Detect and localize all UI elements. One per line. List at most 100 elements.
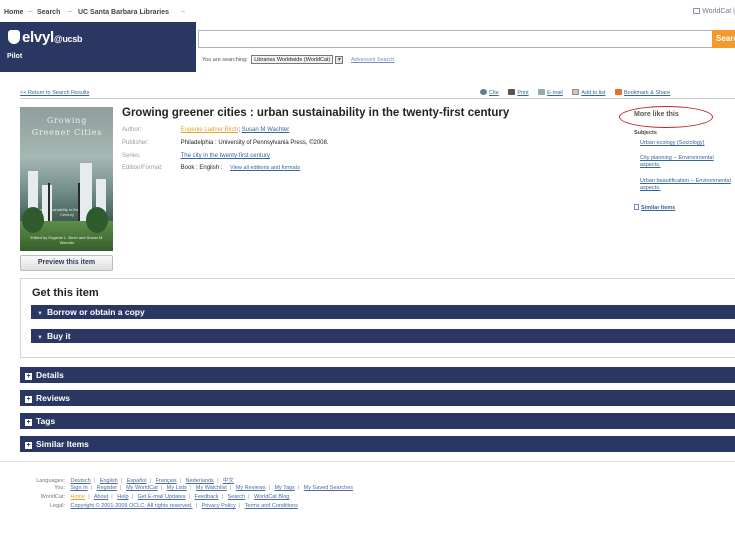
get-this-item-heading: Get this item bbox=[32, 287, 99, 299]
expand-arrow-icon: ▼ bbox=[37, 311, 43, 317]
cite-icon bbox=[480, 89, 487, 95]
footer-link[interactable]: Terms and Conditions bbox=[245, 503, 298, 509]
edition-row: Edition/Format: Book : English : View al… bbox=[122, 165, 300, 171]
footer-worldcat-row: WorldCat: Home | About | Help | Get E-mail … bbox=[40, 494, 290, 500]
tags-section-bar[interactable]: + Tags bbox=[20, 413, 735, 429]
series-row: Series: The city in the twenty-first cen… bbox=[122, 153, 270, 159]
language-link[interactable]: Español bbox=[127, 478, 147, 484]
author-link-1[interactable]: Eugenie Ladner Birch bbox=[181, 127, 239, 133]
all-editions-link[interactable]: View all editions and formats bbox=[230, 165, 300, 171]
reviews-section-bar[interactable]: + Reviews bbox=[20, 390, 735, 406]
footer-link[interactable]: Help bbox=[117, 494, 128, 500]
worldcat-icon bbox=[693, 8, 701, 14]
footer-link[interactable]: My Tags bbox=[274, 485, 294, 491]
document-icon bbox=[634, 204, 639, 210]
search-scope-select[interactable]: Libraries Worldwide (WorldCat) bbox=[251, 55, 334, 64]
language-link[interactable]: 中文 bbox=[223, 478, 234, 484]
expand-plus-icon: + bbox=[25, 442, 32, 449]
borrow-copy-bar[interactable]: ▼ Borrow or obtain a copy bbox=[31, 305, 735, 319]
expand-plus-icon: + bbox=[25, 373, 32, 380]
footer-link[interactable]: Search bbox=[228, 494, 245, 500]
footer-link[interactable]: My Reviews bbox=[236, 485, 266, 491]
email-action[interactable]: E-mail bbox=[538, 89, 563, 96]
footer-you-row: You: Sign In | Register | My WorldCat | My … bbox=[54, 485, 354, 491]
footer-link[interactable]: My Lists bbox=[167, 485, 187, 491]
nav-separator: ~ bbox=[181, 9, 186, 16]
chevron-down-icon[interactable]: ▾ bbox=[335, 55, 344, 64]
footer-link[interactable]: Register bbox=[97, 485, 117, 491]
footer-link[interactable]: Copyright © 2001-2009 OCLC. All rights r… bbox=[71, 503, 193, 509]
footer-link[interactable]: Privacy Policy bbox=[202, 503, 236, 509]
search-scope-row: You are searching: Libraries Worldwide (… bbox=[202, 55, 394, 64]
footer-link[interactable]: Sign In bbox=[71, 485, 88, 491]
list-icon bbox=[572, 89, 580, 95]
similar-items-section-bar[interactable]: + Similar Items bbox=[20, 436, 735, 452]
cover-tree bbox=[86, 207, 108, 233]
language-link[interactable]: Nederlands bbox=[186, 478, 214, 484]
footer-link[interactable]: My Watchlist bbox=[196, 485, 227, 491]
worldcat-link[interactable]: WorldCat | bbox=[693, 8, 735, 15]
buy-it-bar[interactable]: ▼ Buy it bbox=[31, 329, 735, 343]
return-to-results-link[interactable]: << Return to Search Results bbox=[20, 90, 89, 96]
cover-title: Growing Greener Cities bbox=[31, 116, 103, 137]
add-to-list-action[interactable]: Add to list bbox=[572, 89, 605, 96]
header-bar: elvyl@ucsb Pilot Search You are searchin… bbox=[0, 22, 735, 72]
nav-ucsb-libraries[interactable]: UC Santa Barbara Libraries bbox=[78, 9, 169, 16]
similar-items-link[interactable]: Similar Items bbox=[634, 204, 675, 211]
publisher-label: Publisher: bbox=[122, 140, 149, 146]
author-link-2[interactable]: Susan M Wachter bbox=[242, 127, 289, 133]
nav-separator: ~ bbox=[28, 9, 33, 16]
edition-label: Edition/Format: bbox=[122, 165, 163, 171]
series-label: Series: bbox=[122, 153, 141, 159]
footer-link[interactable]: My WorldCat bbox=[126, 485, 158, 491]
cover-authors: Edited by Eugenie L. Birch and Susan M. … bbox=[30, 235, 104, 245]
advanced-search-link[interactable]: Advanced Search bbox=[351, 57, 394, 63]
bookmark-icon bbox=[614, 89, 622, 95]
edition-value: Book : English : bbox=[180, 165, 223, 171]
footer-link[interactable]: WorldCat Blog bbox=[254, 494, 289, 500]
cover-tree bbox=[22, 207, 44, 233]
footer-link[interactable]: Home bbox=[71, 494, 86, 500]
cover-lamppost bbox=[48, 183, 50, 223]
expand-plus-icon: + bbox=[25, 419, 32, 426]
footer-languages-row: Languages: Deutsch | English | Español | Fr… bbox=[36, 478, 234, 484]
searching-label: You are searching: bbox=[202, 56, 248, 63]
details-section-bar[interactable]: + Details bbox=[20, 367, 735, 383]
melvyl-logo-icon bbox=[8, 30, 20, 44]
pilot-label: Pilot bbox=[7, 53, 23, 60]
expand-arrow-icon: ▼ bbox=[37, 335, 43, 341]
footer-link[interactable]: Get E-mail Updates bbox=[138, 494, 186, 500]
subject-link[interactable]: Urban beautification -- Environmental as… bbox=[640, 178, 735, 192]
cite-action[interactable]: Cite bbox=[480, 89, 499, 96]
author-label: Author: bbox=[122, 127, 142, 133]
search-panel: Search You are searching: Libraries Worl… bbox=[196, 22, 735, 72]
subject-link[interactable]: City planning -- Environmental aspects. bbox=[640, 155, 735, 169]
print-action[interactable]: Print bbox=[508, 89, 529, 96]
nav-separator: ~ bbox=[68, 9, 73, 16]
bookmark-share-action[interactable]: Bookmark & Share bbox=[614, 89, 670, 96]
book-cover-image[interactable]: Growing Greener Cities Urban Sustainabil… bbox=[20, 107, 113, 251]
preview-item-button[interactable]: Preview this item bbox=[20, 255, 113, 271]
top-navigation: Home ~ Search ~ UC Santa Barbara Librari… bbox=[0, 0, 735, 22]
footer-divider bbox=[0, 461, 735, 462]
nav-home[interactable]: Home bbox=[4, 9, 23, 16]
footer-link[interactable]: About bbox=[94, 494, 108, 500]
language-link[interactable]: Deutsch bbox=[71, 478, 91, 484]
footer-link[interactable]: My Saved Searches bbox=[304, 485, 353, 491]
language-link[interactable]: English bbox=[100, 478, 118, 484]
search-button[interactable]: Search bbox=[712, 30, 735, 48]
publisher-value: Philadelphia : University of Pennsylvani… bbox=[180, 140, 329, 146]
record-title: Growing greener cities : urban sustainab… bbox=[122, 107, 510, 119]
language-link[interactable]: Français bbox=[156, 478, 177, 484]
search-input[interactable] bbox=[198, 30, 713, 48]
footer-link[interactable]: Feedback bbox=[194, 494, 218, 500]
divider bbox=[20, 98, 735, 99]
author-row: Author: Eugenie Ladner Birch; Susan M Wa… bbox=[122, 127, 289, 133]
series-link[interactable]: The city in the twenty-first century bbox=[181, 153, 270, 159]
subjects-label: Subjects bbox=[634, 130, 657, 136]
record-actions: Cite Print E-mail Add to list Bookmark &… bbox=[480, 89, 735, 96]
footer-legal-row: Legal: Copyright © 2001-2009 OCLC. All r… bbox=[50, 503, 298, 509]
nav-search[interactable]: Search bbox=[37, 9, 60, 16]
melvyl-logo[interactable]: elvyl@ucsb bbox=[8, 29, 82, 46]
subject-link[interactable]: Urban ecology (Sociology) bbox=[640, 140, 735, 147]
